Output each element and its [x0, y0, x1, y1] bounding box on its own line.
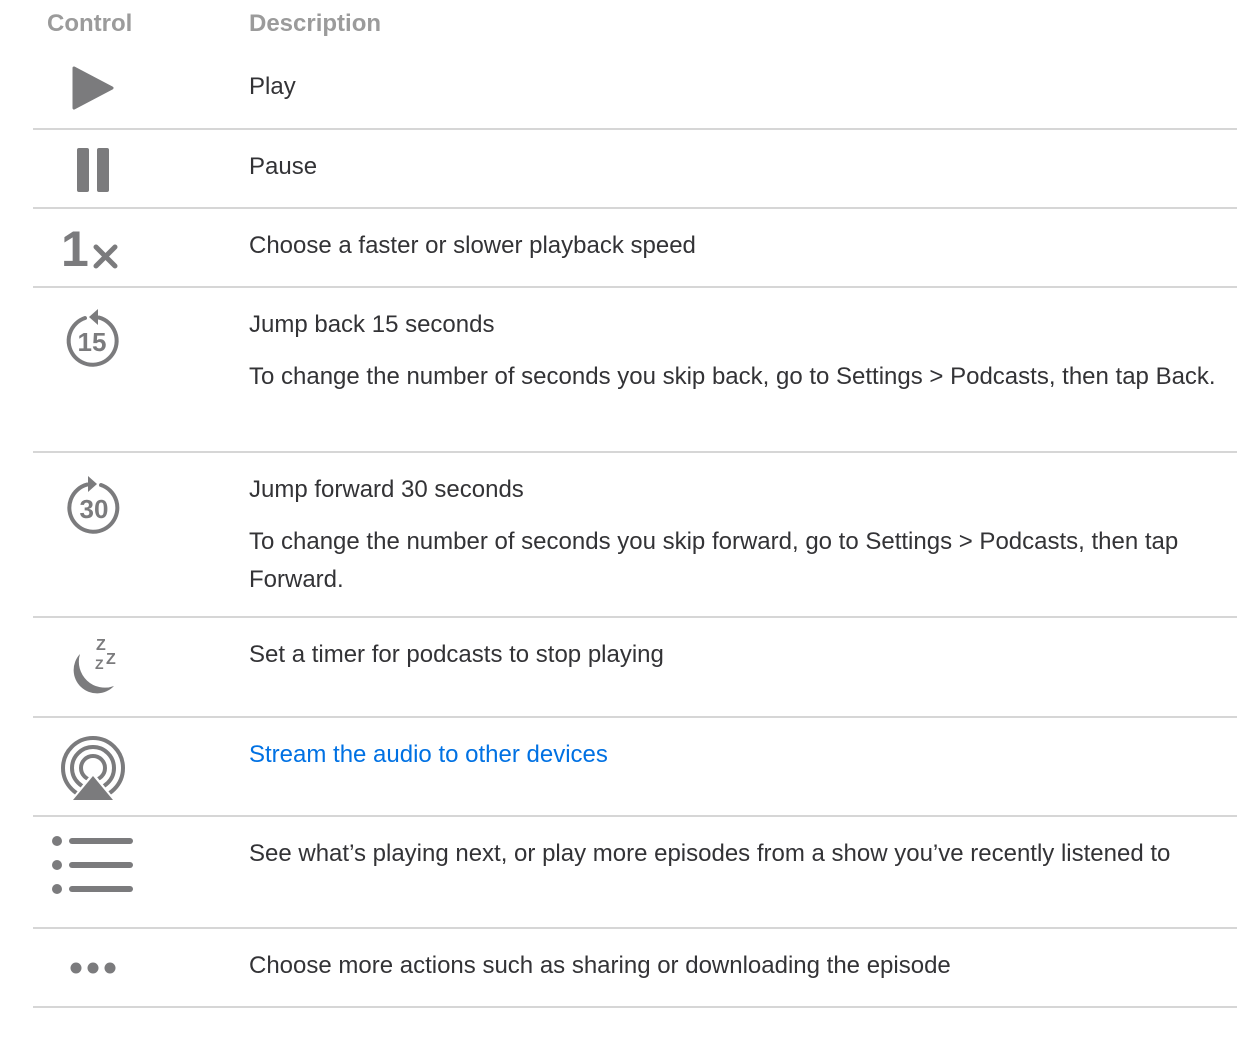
playback-speed-icon: 1 — [33, 225, 153, 271]
svg-text:Z: Z — [106, 651, 116, 668]
table-row: Z Z Z Set a timer for podcasts to stop p… — [33, 618, 1237, 718]
row-description: Choose a faster or slower playback speed — [249, 232, 696, 259]
table-row: 1 Choose a faster or slower playback spe… — [33, 209, 1237, 288]
row-description: Jump back 15 seconds — [249, 311, 495, 338]
controls-table: Control Description Play Pause 1 Choose … — [33, 0, 1237, 1008]
table-row: Stream the audio to other devices — [33, 718, 1237, 817]
svg-text:30: 30 — [80, 494, 109, 524]
play-icon — [33, 66, 153, 110]
more-icon — [33, 961, 153, 975]
table-row: Choose more actions such as sharing or d… — [33, 929, 1237, 1008]
row-description: Jump forward 30 seconds — [249, 476, 524, 503]
row-description: See what’s playing next, or play more ep… — [249, 840, 1171, 867]
header-control: Control — [47, 10, 133, 37]
row-description: Play — [249, 73, 296, 100]
svg-text:15: 15 — [78, 327, 107, 357]
svg-text:1: 1 — [61, 225, 89, 271]
row-description: Set a timer for podcasts to stop playing — [249, 641, 664, 668]
row-description: Choose more actions such as sharing or d… — [249, 952, 951, 979]
sleep-timer-icon: Z Z Z — [33, 632, 153, 702]
svg-text:Z: Z — [95, 656, 104, 672]
skip-back-15-icon: 15 — [33, 306, 153, 370]
table-row: Pause — [33, 130, 1237, 209]
row-detail: To change the number of seconds you skip… — [249, 363, 1216, 390]
table-row: Play — [33, 50, 1237, 130]
skip-forward-30-icon: 30 — [33, 473, 153, 537]
airplay-icon — [33, 736, 153, 804]
table-header: Control Description — [33, 0, 1237, 50]
up-next-list-icon — [47, 833, 167, 897]
row-description: Pause — [249, 153, 318, 180]
stream-audio-link[interactable]: Stream the audio to other devices — [249, 736, 1237, 774]
pause-icon — [33, 147, 153, 193]
table-row: 30 Jump forward 30 seconds To change the… — [33, 453, 1237, 618]
svg-text:Z: Z — [96, 637, 106, 654]
row-detail: To change the number of seconds you skip… — [249, 528, 1179, 593]
table-row: 15 Jump back 15 seconds To change the nu… — [33, 288, 1237, 453]
header-description: Description — [249, 10, 382, 37]
table-row: See what’s playing next, or play more ep… — [33, 817, 1237, 929]
